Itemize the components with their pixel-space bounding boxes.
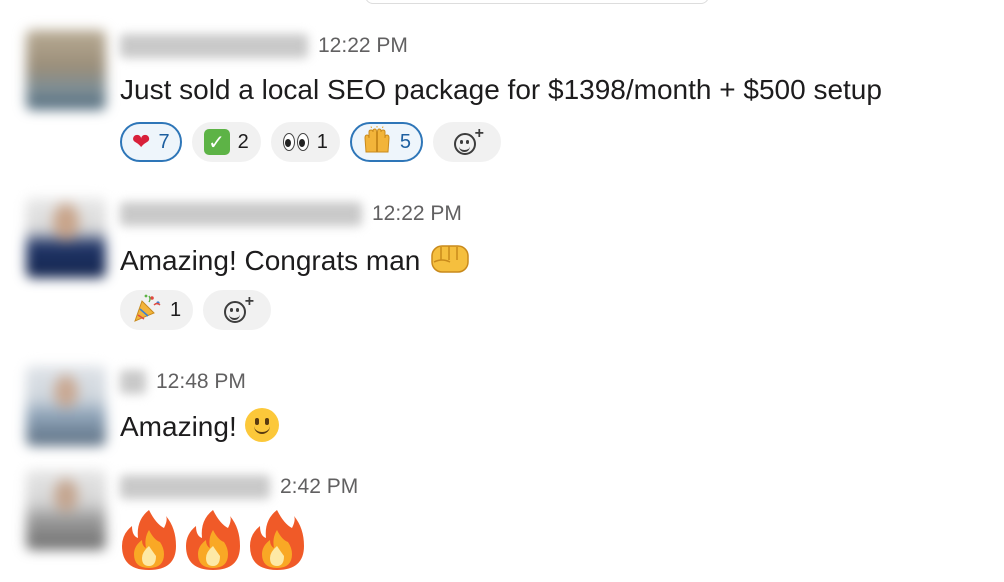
sender-name[interactable] bbox=[120, 202, 362, 226]
slightly-smiling-face-icon bbox=[244, 408, 279, 442]
message-pane: 12:22 PM Just sold a local SEO package f… bbox=[0, 0, 1004, 582]
sender-name[interactable] bbox=[120, 34, 308, 58]
avatar[interactable] bbox=[26, 366, 106, 446]
avatar[interactable] bbox=[26, 198, 106, 278]
timestamp[interactable]: 12:48 PM bbox=[156, 370, 246, 394]
reaction-check-mark[interactable]: ✓ 2 bbox=[191, 122, 261, 162]
reaction-heart[interactable]: ❤ 7 bbox=[120, 122, 182, 162]
add-reaction-icon: + bbox=[453, 126, 484, 155]
timestamp[interactable]: 12:22 PM bbox=[318, 34, 408, 58]
fire-icon bbox=[120, 508, 178, 572]
eyes-icon bbox=[282, 133, 309, 151]
reaction-count: 1 bbox=[316, 130, 328, 153]
fist-bump-icon bbox=[428, 240, 472, 279]
message-text-content: Amazing! bbox=[120, 411, 237, 442]
message-header: 12:22 PM bbox=[120, 199, 462, 229]
date-divider-pill[interactable] bbox=[365, 0, 709, 4]
avatar[interactable] bbox=[26, 470, 106, 550]
message-text: Amazing! bbox=[120, 408, 279, 445]
reaction-bar: 1 + bbox=[120, 290, 272, 330]
raised-hands-icon bbox=[362, 126, 392, 158]
fire-icon bbox=[248, 508, 306, 572]
avatar[interactable] bbox=[26, 30, 106, 110]
reaction-count: 7 bbox=[158, 130, 170, 153]
reaction-bar: ❤ 7 ✓ 2 1 5 + bbox=[120, 122, 501, 162]
timestamp[interactable]: 2:42 PM bbox=[280, 475, 358, 499]
party-popper-icon bbox=[132, 293, 162, 327]
reaction-raised-hands[interactable]: 5 bbox=[349, 122, 423, 162]
message-text-content: Amazing! Congrats man bbox=[120, 245, 421, 276]
heart-icon: ❤ bbox=[132, 129, 151, 154]
message-text: Just sold a local SEO package for $1398/… bbox=[120, 74, 882, 105]
sender-name[interactable] bbox=[120, 475, 270, 499]
fire-icon bbox=[184, 508, 242, 572]
check-mark-icon: ✓ bbox=[203, 129, 230, 155]
reaction-count: 5 bbox=[399, 130, 411, 153]
sender-name[interactable] bbox=[120, 370, 146, 394]
add-reaction-icon: + bbox=[224, 294, 254, 323]
message-text: Amazing! Congrats man bbox=[120, 240, 472, 279]
add-reaction-button[interactable]: + bbox=[203, 290, 272, 330]
message-emoji-row bbox=[120, 508, 306, 572]
reaction-eyes[interactable]: 1 bbox=[270, 122, 340, 162]
message-header: 2:42 PM bbox=[120, 472, 358, 502]
reaction-party-popper[interactable]: 1 bbox=[120, 290, 194, 330]
reaction-count: 2 bbox=[237, 130, 249, 153]
message-header: 12:22 PM bbox=[120, 31, 408, 61]
add-reaction-button[interactable]: + bbox=[432, 122, 501, 162]
message-header: 12:48 PM bbox=[120, 367, 246, 397]
reaction-count: 1 bbox=[170, 298, 182, 321]
timestamp[interactable]: 12:22 PM bbox=[372, 202, 462, 226]
